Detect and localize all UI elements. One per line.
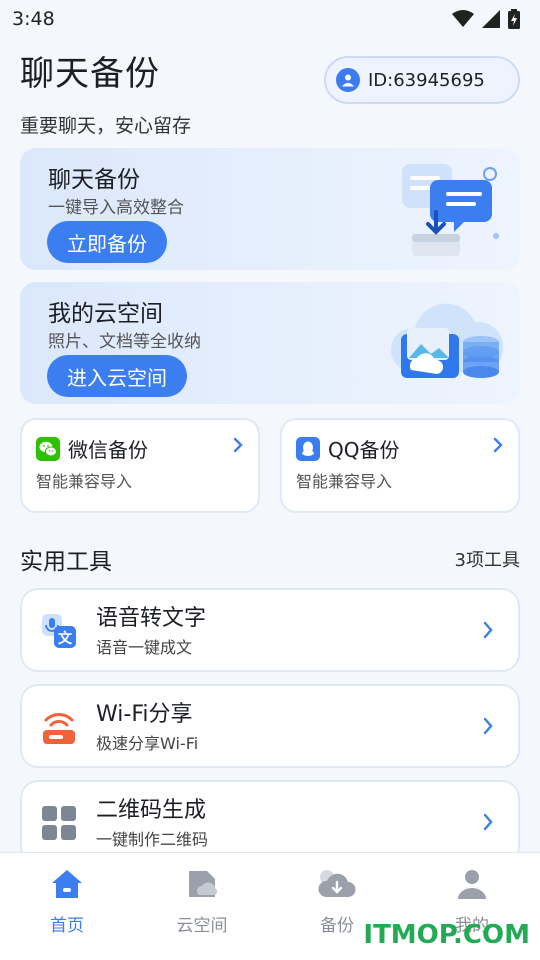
nav-label: 云空间 bbox=[176, 916, 228, 936]
status-time: 3:48 bbox=[12, 8, 55, 30]
chat-backup-illustration-icon bbox=[402, 164, 499, 256]
battery-icon bbox=[508, 9, 520, 29]
cloud-download-icon bbox=[318, 870, 356, 897]
tool-title: 语音转文字 bbox=[96, 606, 207, 631]
router-icon bbox=[43, 713, 75, 744]
nav-label: 首页 bbox=[50, 916, 84, 936]
qq-backup-card[interactable]: QQ备份 智能兼容导入 bbox=[280, 418, 520, 513]
status-bar: 3:48 bbox=[0, 0, 540, 38]
qq-icon bbox=[296, 436, 320, 461]
qq-backup-title: QQ备份 bbox=[328, 438, 400, 462]
qr-grid-icon bbox=[42, 806, 76, 840]
cloud-storage-illustration-icon bbox=[390, 303, 504, 378]
header: 聊天备份 重要聊天，安心留存 bbox=[20, 46, 191, 138]
banner-subtitle: 一键导入高效整合 bbox=[48, 198, 184, 218]
wechat-backup-title: 微信备份 bbox=[68, 438, 148, 462]
wifi-signal-icon bbox=[452, 10, 474, 27]
cloud-space-banner[interactable]: 我的云空间 照片、文档等全收纳 进入云空间 bbox=[20, 282, 520, 404]
nav-label: 备份 bbox=[320, 916, 354, 936]
backup-now-button[interactable]: 立即备份 bbox=[47, 221, 167, 263]
tool-title: 二维码生成 bbox=[96, 798, 207, 823]
tools-count: 3项工具 bbox=[454, 550, 520, 571]
page-subtitle: 重要聊天，安心留存 bbox=[20, 115, 192, 137]
tool-speech-to-text[interactable]: 文 语音转文字 语音一键成文 bbox=[20, 588, 520, 672]
status-icons bbox=[452, 9, 520, 29]
nav-cloud-space[interactable]: 云空间 bbox=[152, 867, 252, 947]
chevron-right-icon bbox=[483, 813, 493, 831]
tool-subtitle: 一键制作二维码 bbox=[96, 830, 209, 849]
user-avatar-icon bbox=[336, 68, 360, 92]
user-id-pill[interactable]: ID:63945695 bbox=[324, 56, 520, 104]
home-icon bbox=[52, 870, 82, 898]
tool-wifi-share[interactable]: Wi-Fi分享 极速分享Wi-Fi bbox=[20, 684, 520, 768]
tool-title: Wi-Fi分享 bbox=[96, 702, 193, 727]
chat-backup-banner[interactable]: 聊天备份 一键导入高效整合 立即备份 bbox=[20, 148, 520, 270]
cloud-folder-icon bbox=[189, 871, 218, 897]
banner-subtitle: 照片、文档等全收纳 bbox=[48, 332, 201, 352]
banner-title: 聊天备份 bbox=[48, 167, 140, 193]
page-title: 聊天备份 bbox=[20, 54, 160, 94]
nav-home[interactable]: 首页 bbox=[17, 867, 117, 947]
speech-to-text-icon: 文 bbox=[42, 614, 76, 648]
wechat-backup-card[interactable]: 微信备份 智能兼容导入 bbox=[20, 418, 260, 513]
qq-backup-header: QQ备份 bbox=[296, 434, 399, 463]
qq-backup-subtitle: 智能兼容导入 bbox=[296, 472, 393, 491]
cell-signal-icon bbox=[482, 10, 500, 28]
chevron-right-icon bbox=[483, 717, 493, 735]
person-icon bbox=[458, 870, 486, 899]
wechat-backup-header: 微信备份 bbox=[36, 434, 148, 463]
svg-text:文: 文 bbox=[58, 630, 73, 647]
enter-cloud-space-button[interactable]: 进入云空间 bbox=[47, 355, 187, 397]
tool-subtitle: 极速分享Wi-Fi bbox=[96, 734, 199, 753]
user-id-text: ID:63945695 bbox=[368, 69, 485, 91]
watermark: ITMOP.COM bbox=[363, 920, 530, 950]
chevron-right-icon bbox=[483, 621, 493, 639]
chevron-right-icon bbox=[493, 437, 503, 453]
wechat-backup-subtitle: 智能兼容导入 bbox=[36, 472, 133, 491]
tool-subtitle: 语音一键成文 bbox=[96, 638, 193, 657]
chevron-right-icon bbox=[233, 437, 243, 453]
tools-section-title: 实用工具 bbox=[20, 549, 112, 575]
wechat-icon bbox=[36, 436, 60, 461]
banner-title: 我的云空间 bbox=[48, 301, 163, 327]
